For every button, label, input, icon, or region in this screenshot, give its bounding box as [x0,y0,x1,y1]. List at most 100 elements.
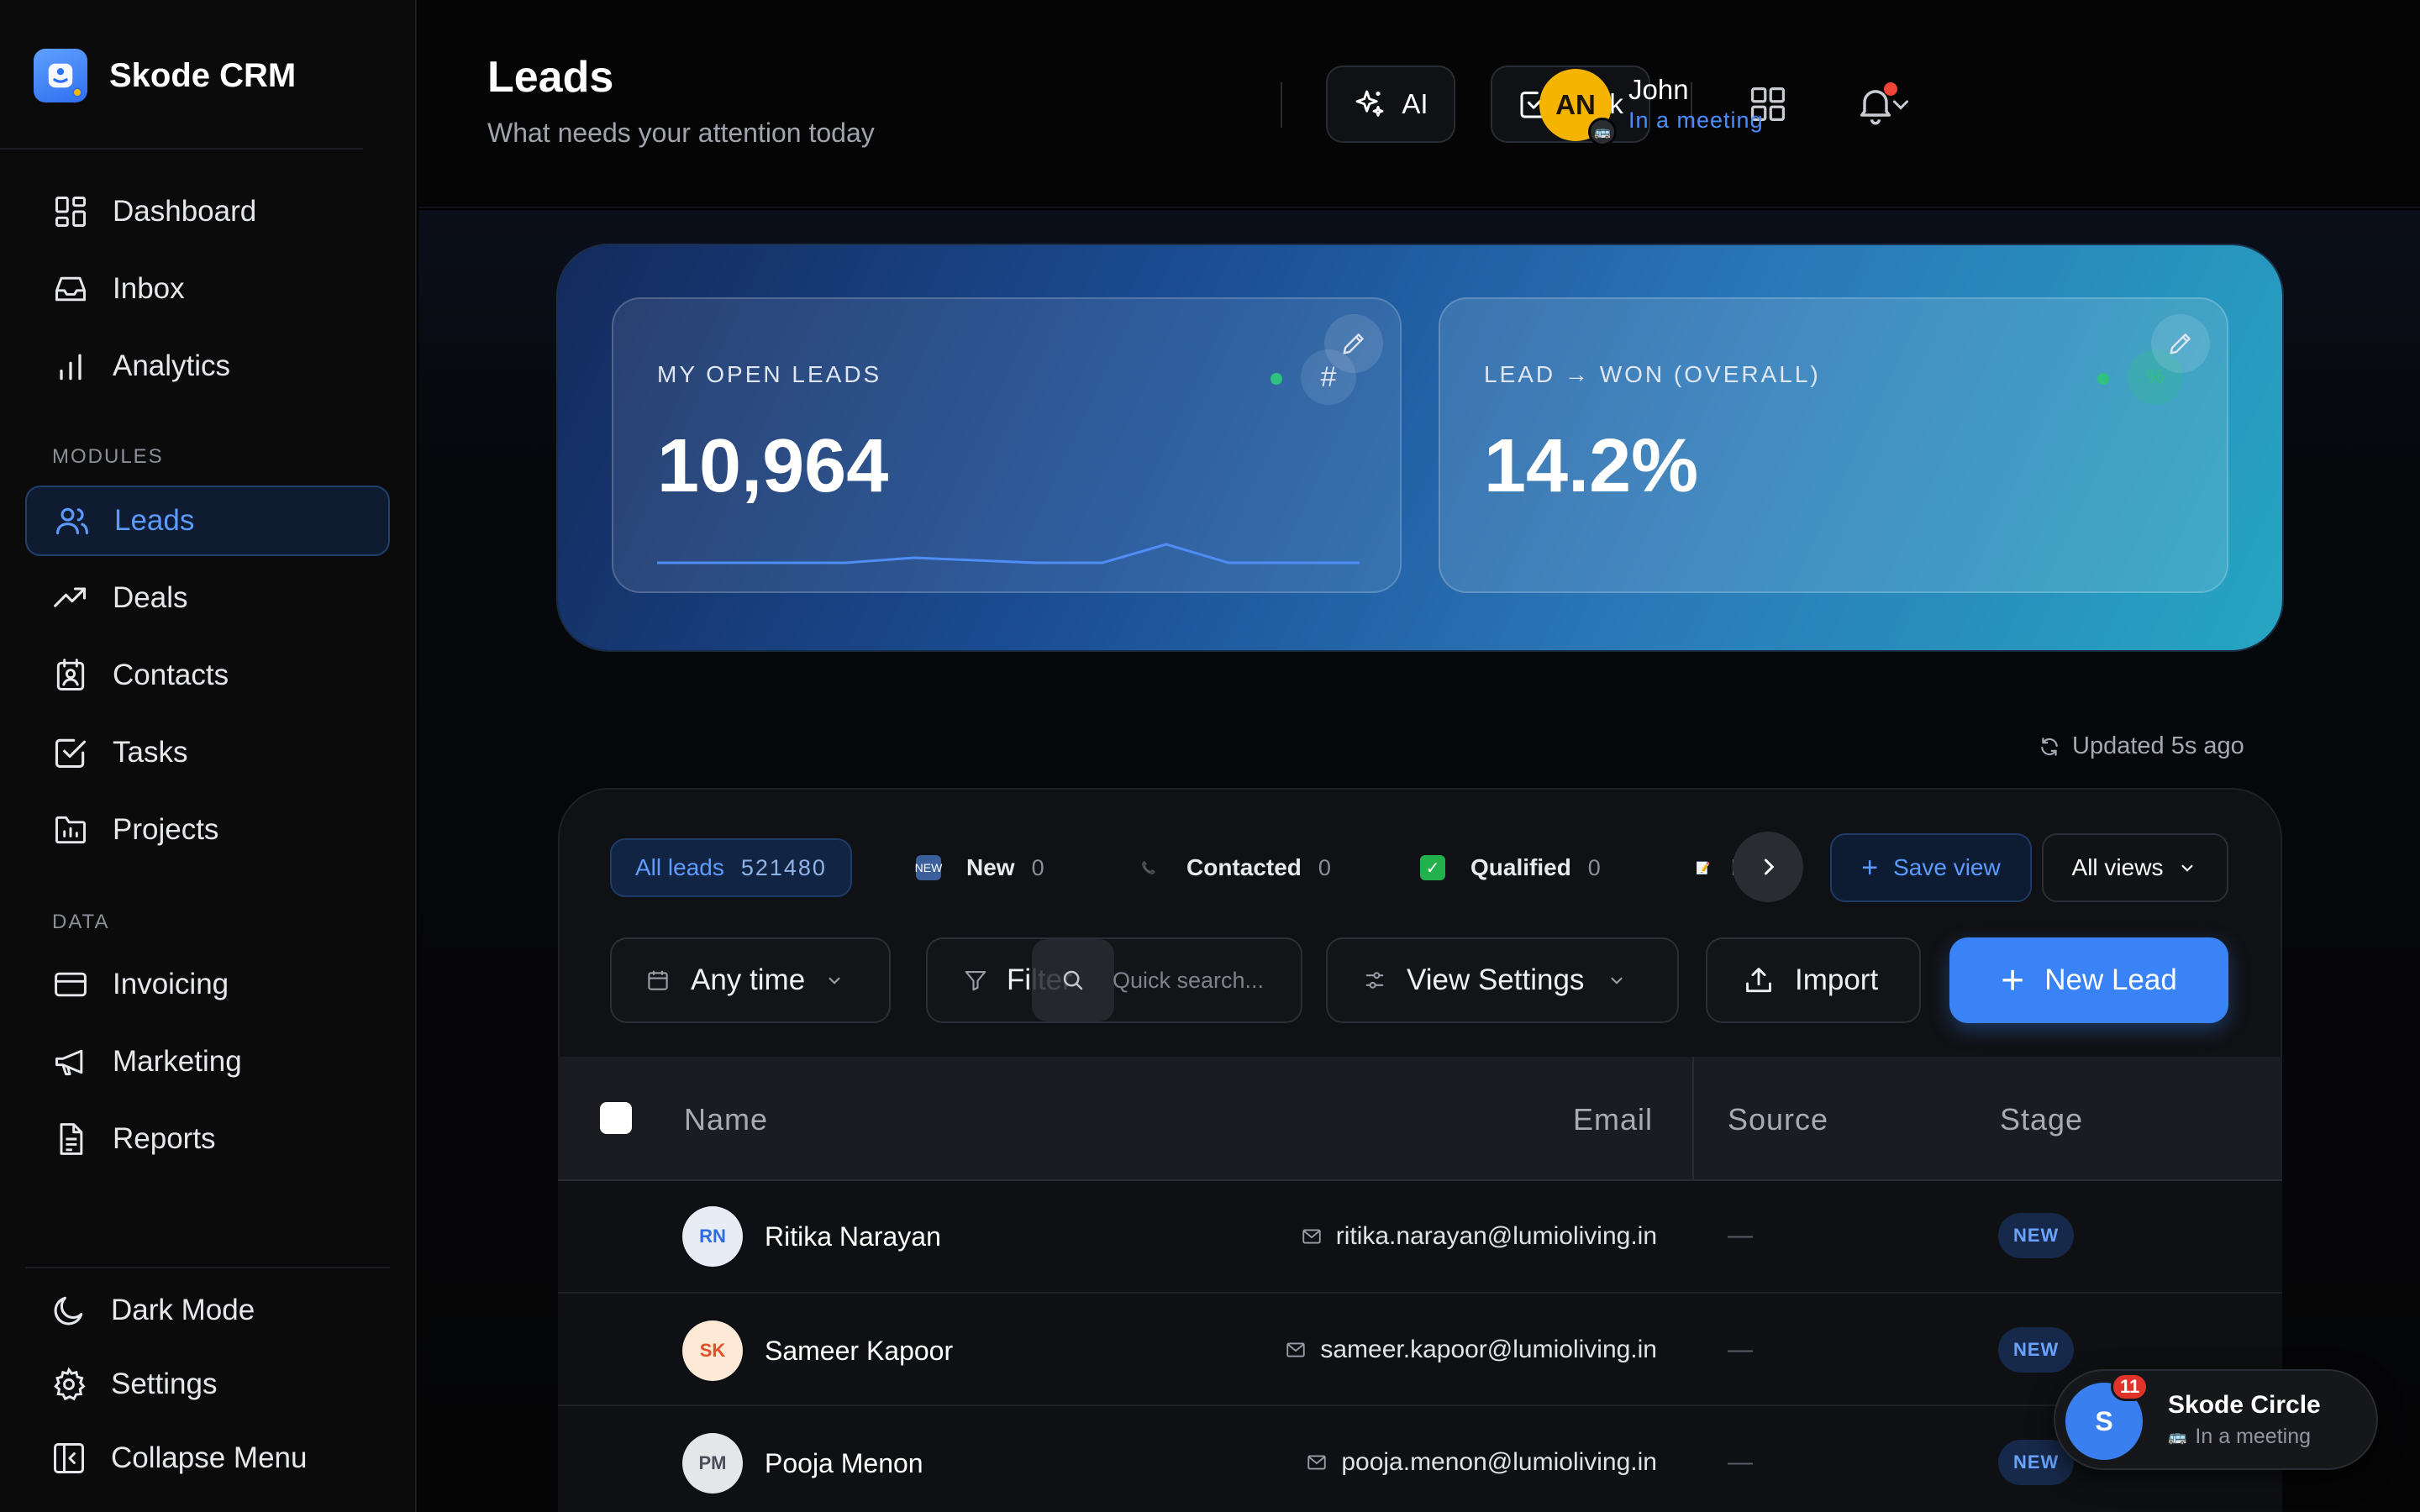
sidebar-item-dashboard[interactable]: Dashboard [25,176,390,247]
live-status-dot [2097,373,2109,385]
sidebar-item-marketing[interactable]: Marketing [25,1026,390,1097]
kpi-value: 14.2% [1484,424,1699,508]
folder-chart-icon [55,816,86,844]
lead-source: — [1728,1448,1753,1476]
new-emoji-icon: NEW [915,855,942,880]
ai-button-label: AI [1402,88,1428,119]
page-title: Leads [487,53,614,102]
memo-icon: 📝 [1696,860,1711,874]
lead-email[interactable]: pooja.menon@lumioliving.in [1306,1448,1657,1477]
divider [25,1267,390,1268]
kpi-card-open-leads[interactable]: MY OPEN LEADS 10,964 # [612,297,1402,593]
phone-icon: 📞 [1141,860,1156,874]
avatar: RN [682,1206,743,1267]
new-lead-button[interactable]: + New Lead [1949,937,2228,1023]
sidebar-item-reports[interactable]: Reports [25,1104,390,1174]
dark-mode-label: Dark Mode [111,1294,255,1326]
view-settings-label: View Settings [1407,963,1585,996]
import-button[interactable]: Import [1706,937,1921,1023]
sidebar-item-tasks[interactable]: Tasks [25,717,390,788]
sidebar: Skode CRM Dashboard Inbox Analytics MODU… [0,0,417,1512]
chip-count: 0 [1587,854,1601,880]
brand-name: Skode CRM [109,56,297,94]
lead-email-text: ritika.narayan@lumioliving.in [1335,1222,1657,1250]
kpi-label: MY OPEN LEADS [657,361,882,387]
sidebar-item-projects[interactable]: Projects [25,795,390,865]
view-settings-dropdown[interactable]: View Settings [1326,937,1679,1023]
user-status: In a meeting [1628,108,1764,133]
kpi-label: LEAD → WON (OVERALL) [1484,361,1821,387]
sidebar-item-label: Deals [113,581,188,614]
lead-name[interactable]: Pooja Menon [765,1448,923,1479]
live-status-dot [1270,373,1282,385]
sidebar-item-inbox[interactable]: Inbox [25,254,390,324]
user-name: John [1628,74,1689,105]
chip-qualified[interactable]: ✓ Qualified 0 [1420,838,1601,897]
sidebar-item-analytics[interactable]: Analytics [25,331,390,402]
ai-button[interactable]: AI [1326,66,1455,143]
card-icon [55,972,87,997]
user-initials: AN [1555,89,1596,120]
meeting-status-icon: 🚌 [2168,1428,2187,1445]
edit-kpi-button[interactable] [1324,314,1383,373]
lead-name[interactable]: Sameer Kapoor [765,1336,953,1367]
meeting-status-icon: 🚌 [1588,118,1617,146]
user-avatar[interactable]: AN 🚌 [1539,69,1617,146]
quick-search-input[interactable] [1113,941,1299,1020]
moon-icon [54,1296,83,1326]
search-icon [1063,970,1083,990]
chip-new[interactable]: NEW New 0 [915,838,1044,897]
column-header-email[interactable]: Email [1573,1102,1653,1137]
time-range-dropdown[interactable]: Any time [610,937,891,1023]
chip-contacted[interactable]: 📞 Contacted 0 [1136,838,1331,897]
sidebar-collapse-icon [54,1443,84,1473]
edit-kpi-button[interactable] [2151,314,2210,373]
lead-source: — [1728,1221,1753,1249]
settings-link[interactable]: Settings [25,1349,390,1420]
sidebar-item-invoicing[interactable]: Invoicing [25,949,390,1020]
chips-scroll-right-button[interactable] [1733,832,1803,902]
search-icon-button[interactable] [1032,939,1114,1021]
column-divider [1692,1057,1694,1181]
brand[interactable]: Skode CRM [34,49,296,102]
column-header-name[interactable]: Name [684,1102,768,1137]
time-range-label: Any time [691,963,806,996]
gear-icon [54,1367,86,1401]
chip-label: Contacted [1186,854,1302,880]
page-subtitle: What needs your attention today [487,118,875,148]
column-header-stage[interactable]: Stage [2000,1102,2083,1137]
chip-label: Qualified [1470,854,1571,880]
users-icon [56,507,88,535]
sidebar-item-deals[interactable]: Deals [25,563,390,633]
save-view-button[interactable]: + Save view [1830,833,2032,902]
plus-icon: + [1861,851,1879,884]
collapse-menu-button[interactable]: Collapse Menu [25,1423,390,1494]
contacts-icon [56,659,85,690]
sidebar-item-contacts[interactable]: Contacts [25,640,390,711]
column-header-source[interactable]: Source [1728,1102,1828,1137]
circle-status-text: In a meeting [2195,1425,2312,1448]
sidebar-item-label: Projects [113,813,219,846]
plus-icon: + [2001,958,2025,1003]
lead-source: — [1728,1336,1753,1363]
all-views-dropdown[interactable]: All views [2042,833,2228,902]
refresh-icon [2041,737,2058,756]
chip-all-leads[interactable]: All leads 521480 [610,838,852,897]
lead-email[interactable]: ritika.narayan@lumioliving.in [1301,1222,1657,1251]
avatar: PM [682,1433,743,1494]
chevron-right-icon [1764,858,1775,875]
lead-email[interactable]: sameer.kapoor@lumioliving.in [1285,1336,1657,1364]
sidebar-item-leads[interactable]: Leads [25,486,390,556]
chevron-down-icon [2181,864,2193,872]
select-all-checkbox[interactable] [600,1102,632,1134]
chip-count: 0 [1031,854,1044,880]
all-views-label: All views [2071,854,2164,880]
settings-label: Settings [111,1368,218,1400]
kpi-card-lead-won[interactable]: LEAD → WON (OVERALL) 14.2% % [1439,297,2228,593]
lead-name[interactable]: Ritika Narayan [765,1221,941,1252]
check-emoji-icon: ✓ [1420,855,1445,880]
report-icon [60,1123,83,1155]
dark-mode-toggle[interactable]: Dark Mode [25,1275,390,1346]
brand-logo-icon [34,49,87,102]
chevron-down-icon[interactable] [1886,89,1916,119]
